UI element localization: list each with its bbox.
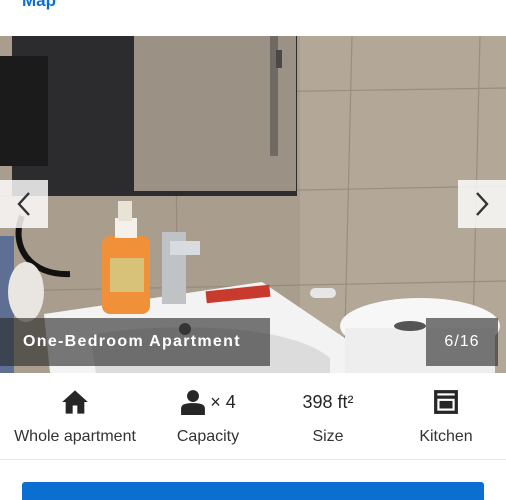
next-photo-button[interactable]: [458, 180, 506, 228]
house-icon: [62, 390, 88, 414]
fact-whole-apartment: Whole apartment: [0, 380, 150, 458]
fact-label: Whole apartment: [14, 428, 136, 445]
fact-label: Kitchen: [419, 428, 473, 445]
fact-capacity: × 4 Capacity: [160, 380, 256, 458]
facilities-row: Whole apartment × 4 Capacity 398 ft² Siz…: [0, 380, 506, 458]
chevron-left-icon: [17, 192, 30, 216]
fact-size: 398 ft² Size: [280, 380, 376, 458]
stove-icon: [434, 390, 458, 414]
section-divider: [0, 459, 506, 460]
fact-kitchen: Kitchen: [398, 380, 494, 458]
fact-label: Capacity: [176, 428, 240, 445]
person-icon: [181, 390, 206, 415]
capacity-value: × 4: [210, 391, 236, 412]
room-type-caption: One-Bedroom Apartment: [0, 318, 270, 366]
chevron-right-icon: [476, 192, 489, 216]
map-link[interactable]: Map: [22, 0, 56, 11]
room-type-label: One-Bedroom Apartment: [23, 333, 241, 350]
size-value: 398 ft²: [302, 391, 354, 412]
fact-label: Size: [312, 428, 344, 445]
primary-action-button[interactable]: [22, 482, 484, 500]
previous-photo-button[interactable]: [0, 180, 48, 228]
photo-counter: 6/16: [426, 318, 498, 366]
photo-counter-label: 6/16: [444, 333, 480, 350]
